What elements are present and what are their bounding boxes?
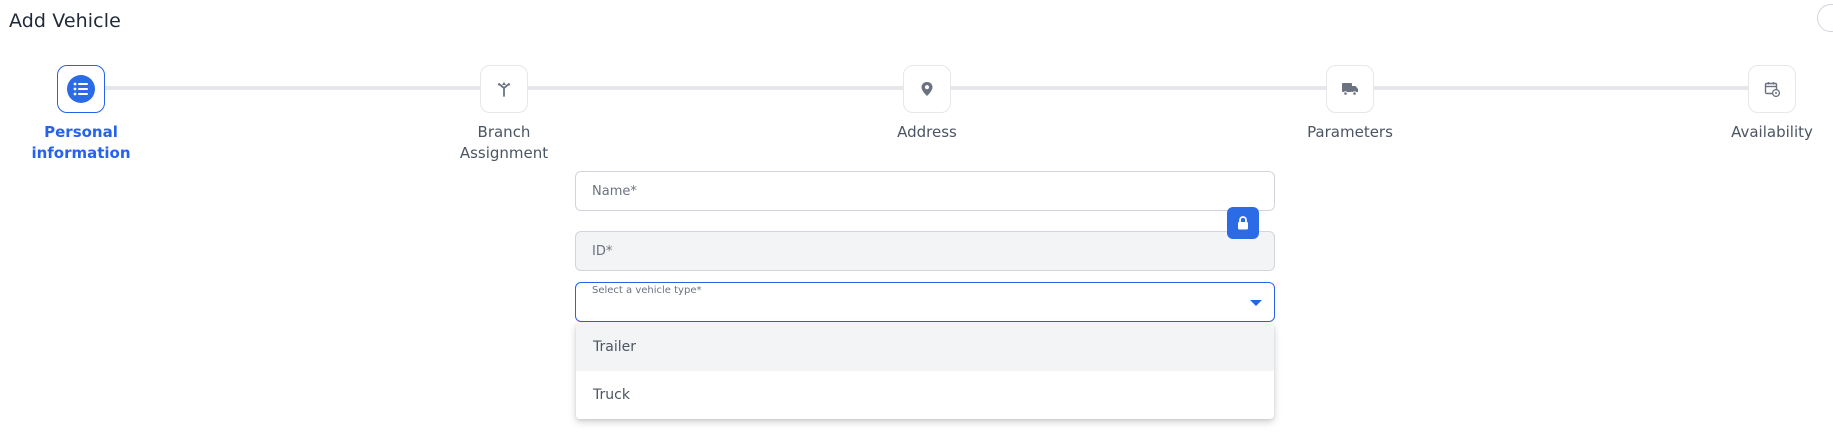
step-parameters[interactable]: Parameters bbox=[1260, 65, 1440, 143]
step-label-line: Parameters bbox=[1307, 123, 1393, 141]
step-label-line: Address bbox=[897, 123, 957, 141]
id-input[interactable] bbox=[576, 232, 1274, 270]
option-truck[interactable]: Truck bbox=[576, 371, 1274, 419]
step-icon-box bbox=[1748, 65, 1796, 113]
step-label-line: Personal bbox=[44, 123, 118, 141]
step-label-line: Branch bbox=[477, 123, 531, 141]
name-field[interactable] bbox=[575, 171, 1275, 211]
step-icon-box bbox=[57, 65, 105, 113]
add-vehicle-page: Add Vehicle Personal information Branch … bbox=[0, 0, 1833, 436]
step-branch-assignment[interactable]: Branch Assignment bbox=[414, 65, 594, 164]
truck-icon bbox=[1342, 83, 1358, 96]
step-icon-box bbox=[1326, 65, 1374, 113]
lock-id-button[interactable] bbox=[1227, 207, 1259, 239]
step-label-line: Availability bbox=[1731, 123, 1813, 141]
name-input[interactable] bbox=[576, 172, 1274, 210]
step-label-line: information bbox=[31, 144, 131, 162]
step-personal-information[interactable]: Personal information bbox=[0, 65, 171, 164]
branch-icon bbox=[497, 82, 511, 97]
vehicle-type-label: Select a vehicle type* bbox=[592, 285, 702, 296]
vehicle-type-select[interactable]: Select a vehicle type* bbox=[575, 282, 1275, 322]
calendar-gear-icon bbox=[1764, 82, 1780, 97]
option-trailer[interactable]: Trailer bbox=[576, 323, 1274, 371]
list-icon bbox=[67, 75, 95, 103]
step-label: Personal information bbox=[0, 122, 171, 164]
caret-down-icon[interactable] bbox=[1250, 300, 1262, 306]
step-label: Address bbox=[837, 122, 1017, 143]
step-label-line: Assignment bbox=[459, 144, 549, 162]
step-availability[interactable]: Availability bbox=[1682, 65, 1833, 143]
id-field[interactable] bbox=[575, 231, 1275, 271]
stepper: Personal information Branch Assignment A… bbox=[0, 0, 1833, 170]
step-label: Branch Assignment bbox=[414, 122, 594, 164]
step-label: Availability bbox=[1682, 122, 1833, 143]
step-address[interactable]: Address bbox=[837, 65, 1017, 143]
step-label: Parameters bbox=[1260, 122, 1440, 143]
lock-icon bbox=[1238, 216, 1248, 230]
step-icon-box bbox=[480, 65, 528, 113]
location-pin-icon bbox=[921, 82, 933, 96]
step-icon-box bbox=[903, 65, 951, 113]
vehicle-type-dropdown: Trailer Truck bbox=[576, 323, 1274, 419]
